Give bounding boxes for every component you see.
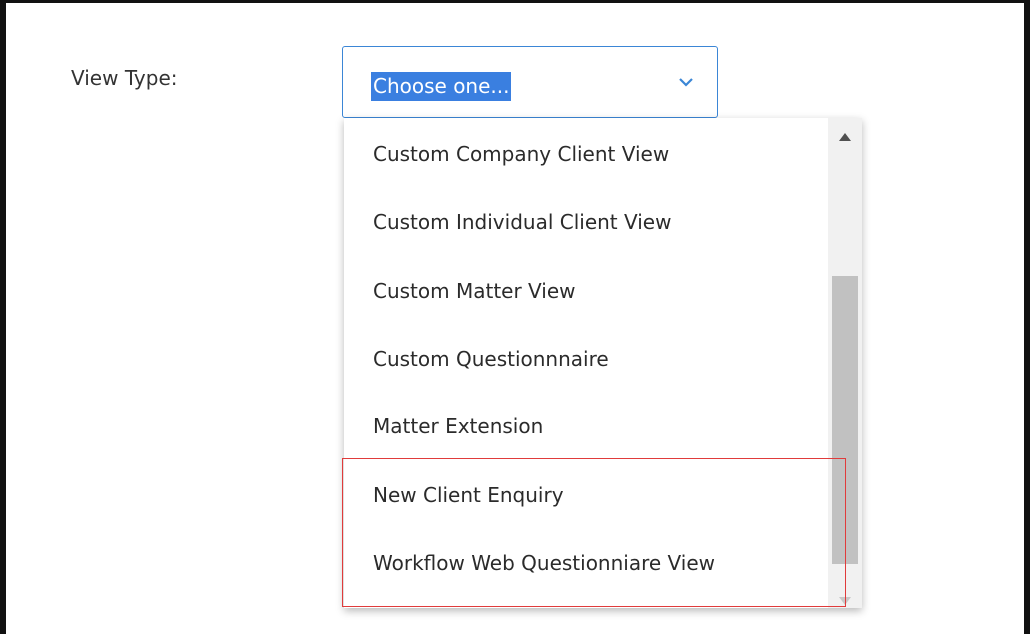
option-custom-company-client-view[interactable]: Custom Company Client View <box>373 134 669 174</box>
dropdown-menu: Custom Company Client View Custom Indivi… <box>344 118 862 608</box>
option-custom-matter-view[interactable]: Custom Matter View <box>373 271 576 311</box>
option-custom-questionnaire[interactable]: Custom Questionnnaire <box>373 339 609 379</box>
scroll-up-arrow-icon[interactable] <box>838 132 852 142</box>
option-matter-extension[interactable]: Matter Extension <box>373 406 543 446</box>
scrollbar-thumb[interactable] <box>832 276 858 564</box>
dropdown-scrollbar[interactable] <box>828 118 862 608</box>
option-workflow-web-questionnaire-view[interactable]: Workflow Web Questionniare View <box>373 543 715 583</box>
chevron-down-icon <box>679 78 693 87</box>
selected-value: Choose one... <box>371 72 512 101</box>
view-type-label: View Type: <box>71 66 178 90</box>
scroll-down-arrow-icon[interactable] <box>838 596 852 606</box>
option-new-client-enquiry[interactable]: New Client Enquiry <box>373 475 564 515</box>
option-custom-individual-client-view[interactable]: Custom Individual Client View <box>373 202 671 242</box>
view-type-select[interactable]: Choose one... <box>342 46 718 118</box>
